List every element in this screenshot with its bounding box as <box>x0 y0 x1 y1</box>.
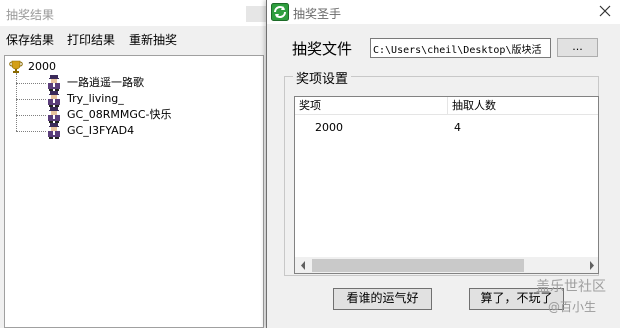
close-icon[interactable] <box>597 3 613 19</box>
tree-node[interactable]: Try_living_ <box>16 91 216 107</box>
prize-settings-group: 奖项设置 奖项 抽取人数 2000 4 <box>284 68 599 276</box>
user-icon <box>48 75 60 91</box>
dialog-title: 抽奖圣手 <box>293 7 342 21</box>
tree-node-label: GC_08RMMGC-快乐 <box>67 108 172 121</box>
tree-connector <box>16 131 46 132</box>
watermark-title: 盖乐世社区 <box>536 279 606 295</box>
dialog-titlebar[interactable]: 抽奖圣手 <box>267 0 620 24</box>
tree-node[interactable]: GC_I3FYAD4 <box>16 123 216 139</box>
browse-button[interactable]: ... <box>557 38 598 57</box>
scroll-thumb[interactable] <box>312 259 524 272</box>
tree-connector <box>16 83 46 84</box>
menu-print-results[interactable]: 打印结果 <box>67 31 115 48</box>
list-header: 奖项 抽取人数 <box>295 97 598 115</box>
lottery-file-label: 抽奖文件 <box>292 40 353 58</box>
user-icon <box>48 91 60 107</box>
column-header-prize[interactable]: 奖项 <box>295 97 448 115</box>
result-window: 抽奖结果 保存结果 打印结果 重新抽奖 2000 一路逍遥一路歌 Try_liv… <box>0 0 268 328</box>
tree-root-label: 2000 <box>28 60 56 73</box>
lottery-file-input[interactable] <box>370 38 551 58</box>
watermark-author: @百小生 <box>548 300 597 314</box>
result-window-control[interactable] <box>246 6 266 22</box>
result-window-title: 抽奖结果 <box>6 8 55 22</box>
scroll-right-icon[interactable] <box>583 257 599 274</box>
tree-node-label: GC_I3FYAD4 <box>67 124 135 137</box>
tree-node-label: Try_living_ <box>67 92 124 105</box>
column-header-count[interactable]: 抽取人数 <box>448 97 598 115</box>
menu-redraw[interactable]: 重新抽奖 <box>129 31 177 48</box>
prize-list[interactable]: 奖项 抽取人数 2000 4 <box>294 96 599 274</box>
result-tree[interactable]: 2000 一路逍遥一路歌 Try_living_ GC_08RMMGC-快乐 G… <box>4 55 264 328</box>
prize-settings-label: 奖项设置 <box>293 68 352 87</box>
result-titlebar[interactable]: 抽奖结果 <box>0 0 268 26</box>
result-menubar: 保存结果 打印结果 重新抽奖 <box>0 28 268 50</box>
scroll-left-icon[interactable] <box>295 257 312 274</box>
trophy-icon <box>9 60 23 73</box>
list-cell-count[interactable]: 4 <box>454 121 461 134</box>
tree-connector <box>16 99 46 100</box>
tree-connector <box>16 115 46 116</box>
menu-save-results[interactable]: 保存结果 <box>6 31 54 48</box>
user-icon <box>48 107 60 123</box>
horizontal-scrollbar[interactable] <box>295 257 599 274</box>
tree-node-label: 一路逍遥一路歌 <box>67 76 144 89</box>
tree-node[interactable]: 一路逍遥一路歌 <box>16 75 216 91</box>
user-icon <box>48 123 60 139</box>
draw-button[interactable]: 看谁的运气好 <box>333 288 432 310</box>
app-icon <box>271 3 289 21</box>
list-cell-prize[interactable]: 2000 <box>315 121 343 134</box>
tree-node[interactable]: GC_08RMMGC-快乐 <box>16 107 216 123</box>
